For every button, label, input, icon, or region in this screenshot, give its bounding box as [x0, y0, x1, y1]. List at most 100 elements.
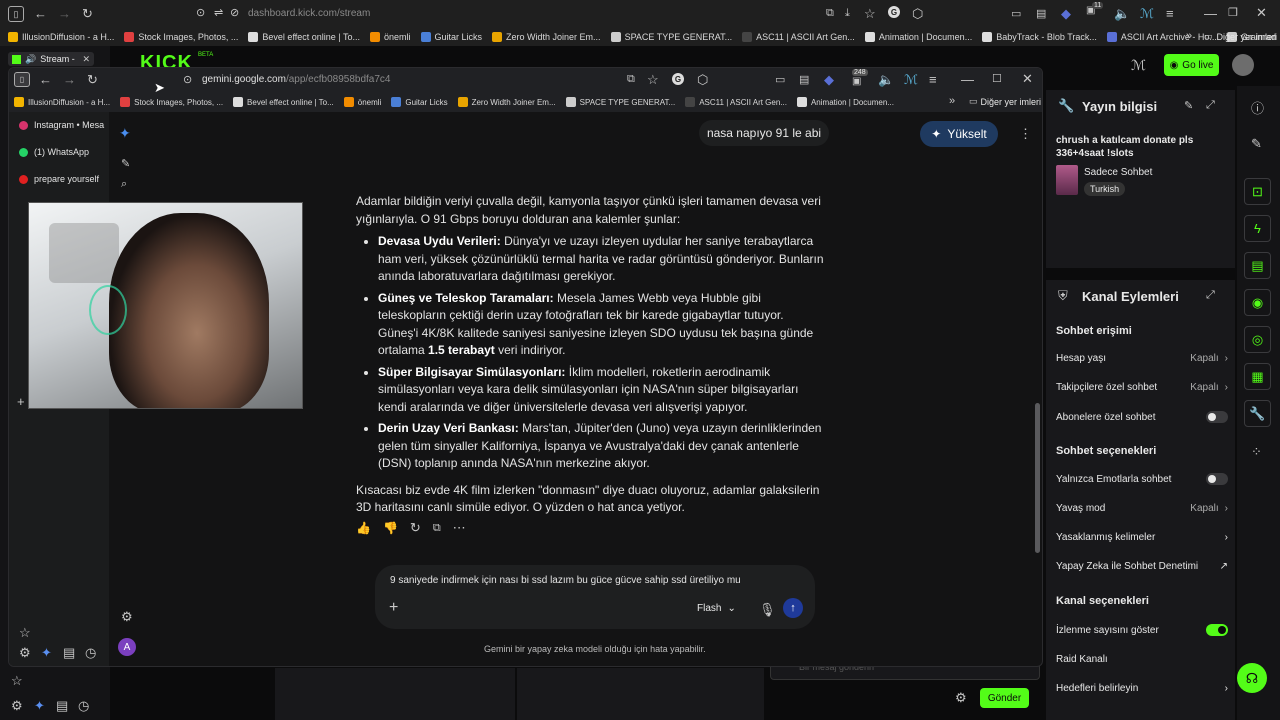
inner-bookmark[interactable]: IllusionDiffusion - a H... [14, 97, 110, 107]
pencil-icon[interactable]: ✎ [1184, 99, 1193, 112]
inner-url-bar[interactable]: gemini.google.com/app/ecfb08958bdfa7c4 [202, 74, 390, 85]
pencil-icon[interactable]: ✎ [1251, 136, 1262, 152]
close-icon[interactable]: ✕ [1022, 71, 1033, 87]
avatar[interactable] [1232, 54, 1254, 76]
gemini-logo-icon[interactable]: ✦ [119, 125, 131, 142]
thumb-up-icon[interactable]: 👍 [356, 521, 371, 535]
thumb-down-icon[interactable]: 👎 [383, 521, 398, 535]
inner-bookmark[interactable]: SPACE TYPE GENERAT... [565, 97, 675, 107]
minimize-icon[interactable]: — [1204, 6, 1217, 21]
view-count-toggle[interactable] [1206, 624, 1228, 636]
history-icon[interactable]: ◷ [78, 698, 89, 714]
broadcast-icon[interactable]: ◎ [1244, 326, 1271, 353]
download-icon[interactable]: ⤓ [845, 7, 850, 20]
outer-bookmark[interactable]: SPACE TYPE GENERAT... [610, 32, 732, 42]
row-followers-only[interactable]: Takipçilere özel sohbet Kapalı › [1056, 382, 1228, 393]
support-icon[interactable]: ☊ [1237, 663, 1267, 693]
row-ai-moderation[interactable]: Yapay Zeka ile Sohbet Denetimi ↗ [1056, 561, 1228, 572]
star-icon[interactable]: ☆ [864, 6, 876, 22]
inner-bookmark[interactable]: Guitar Licks [391, 97, 448, 107]
row-raid[interactable]: Raid Kanalı [1056, 654, 1228, 665]
scrollbar-thumb[interactable] [1035, 403, 1040, 553]
side-tab[interactable]: prepare yourself [19, 174, 99, 184]
inner-bookmark[interactable]: önemli [343, 97, 381, 107]
wrench-icon[interactable]: 🔧 [1244, 400, 1271, 427]
emotes-only-toggle[interactable] [1206, 473, 1228, 485]
popout-icon[interactable]: ⤢ [1206, 99, 1215, 112]
close-tab-icon[interactable]: ✕ [82, 54, 90, 65]
model-selector[interactable]: Flash ⌄ [697, 603, 736, 614]
outer-bookmark[interactable]: ASCII Art Archive - Ho... [1106, 32, 1217, 42]
category-name[interactable]: Sadece Sohbet [1084, 167, 1152, 178]
chevron-double-right-icon[interactable]: » [1186, 30, 1192, 42]
side-tab[interactable]: (1) WhatsApp [19, 147, 89, 157]
camera-icon[interactable]: ⊡ [1244, 178, 1271, 205]
sidebar-toggle-icon[interactable]: ▯ [14, 72, 30, 87]
star-icon[interactable]: ☆ [19, 625, 31, 641]
gear-icon[interactable]: ⚙ [11, 698, 23, 714]
forward-icon[interactable]: → [63, 72, 76, 87]
document-icon[interactable]: ▤ [1244, 252, 1271, 279]
info-icon[interactable]: ⓘ [1251, 98, 1264, 117]
layout-icon[interactable]: ▦ [1244, 363, 1271, 390]
inner-bookmark[interactable]: ASC11 | ASCII Art Gen... [685, 97, 787, 107]
outer-bookmark[interactable]: BabyTrack - Blob Track... [982, 32, 1097, 42]
sidebar-toggle-icon[interactable]: ▯ [8, 6, 24, 22]
history-icon[interactable]: ◷ [85, 645, 96, 661]
row-subscribers-only[interactable]: Abonelere özel sohbet [1056, 411, 1228, 423]
star-icon[interactable]: ☆ [11, 673, 23, 689]
extensions-icon[interactable]: ⬡ [912, 6, 923, 22]
extensions-icon[interactable]: ⬡ [697, 72, 708, 88]
reader-icon[interactable]: ▤ [1036, 7, 1046, 20]
reload-icon[interactable]: ↻ [87, 72, 98, 88]
upgrade-button[interactable]: ✦ Yükselt [920, 121, 998, 147]
outer-bookmark[interactable]: IllusionDiffusion - a H... [8, 32, 114, 42]
minimize-icon[interactable]: — [961, 72, 974, 87]
inner-bookmark[interactable]: Stock Images, Photos, ... [120, 97, 223, 107]
row-slow-mode[interactable]: Yavaş mod Kapalı › [1056, 503, 1228, 514]
google-icon[interactable]: G [672, 73, 684, 85]
mic-icon[interactable]: 🎙 [759, 602, 776, 618]
outer-bookmark[interactable]: Stock Images, Photos, ... [124, 32, 238, 42]
inner-bookmark[interactable]: Zero Width Joiner Em... [457, 97, 556, 107]
library-icon[interactable]: ▤ [56, 698, 68, 714]
row-account-age[interactable]: Hesap yaşı Kapalı › [1056, 353, 1228, 364]
extension-blue-icon[interactable]: ◆ [824, 72, 834, 88]
reload-icon[interactable]: ↻ [82, 6, 93, 22]
back-icon[interactable]: ← [34, 6, 47, 21]
row-emotes-only[interactable]: Yalnızca Emotlarla sohbet [1056, 473, 1228, 485]
outer-bookmark[interactable]: Guitar Licks [420, 32, 482, 42]
restore-icon[interactable]: ❐ [1228, 6, 1238, 19]
sparkle-icon[interactable]: ✦ [41, 645, 52, 661]
regenerate-icon[interactable]: ↻ [410, 520, 421, 536]
sparkle-icon[interactable]: ✦ [34, 698, 45, 714]
menu-icon[interactable]: ≡ [929, 72, 937, 87]
side-tab[interactable]: Instagram • Mesa [19, 120, 104, 130]
extension-badge-icon[interactable]: ▣ [852, 76, 861, 87]
volume-icon[interactable]: 🔈 [1114, 6, 1130, 22]
translate-icon[interactable]: ℳ [1140, 6, 1154, 22]
inner-other-bookmarks[interactable]: ▭ Diğer yer imleri [969, 96, 1041, 107]
tab-groups-icon[interactable]: ▭ [1011, 7, 1021, 20]
menu-icon[interactable]: ≡ [1166, 6, 1174, 21]
row-goals[interactable]: Hedefleri belirleyin › [1056, 683, 1228, 694]
library-icon[interactable]: ▤ [63, 645, 75, 661]
send-icon[interactable]: ↑ [783, 598, 803, 618]
site-info-icon[interactable]: ⊙ [183, 73, 192, 86]
outer-other-bookmarks[interactable]: ▭ Diğer yer imleri [1204, 31, 1277, 42]
chat-icon[interactable]: ◉ [1244, 289, 1271, 316]
plus-icon[interactable]: + [389, 599, 398, 617]
avatar[interactable]: A [118, 638, 136, 656]
more-icon[interactable]: ⋯ [453, 520, 466, 536]
row-view-count[interactable]: İzlenme sayısını göster [1056, 624, 1228, 636]
row-banned-words[interactable]: Yasaklanmış kelimeler › [1056, 532, 1228, 543]
search-icon[interactable]: ⌕ [121, 178, 127, 191]
go-live-button[interactable]: ◉ Go live [1164, 54, 1219, 76]
gear-icon[interactable]: ⚙ [121, 609, 133, 625]
outer-tab-stream[interactable]: 🔊 Stream - ✕ [8, 52, 94, 66]
translate-icon[interactable]: ℳ [904, 72, 918, 88]
outer-bookmark[interactable]: önemli [370, 32, 411, 42]
plus-icon[interactable]: + [17, 394, 25, 409]
volume-icon[interactable]: 🔈 [878, 72, 894, 88]
outer-bookmark[interactable]: ASC11 | ASCII Art Gen... [742, 32, 855, 42]
